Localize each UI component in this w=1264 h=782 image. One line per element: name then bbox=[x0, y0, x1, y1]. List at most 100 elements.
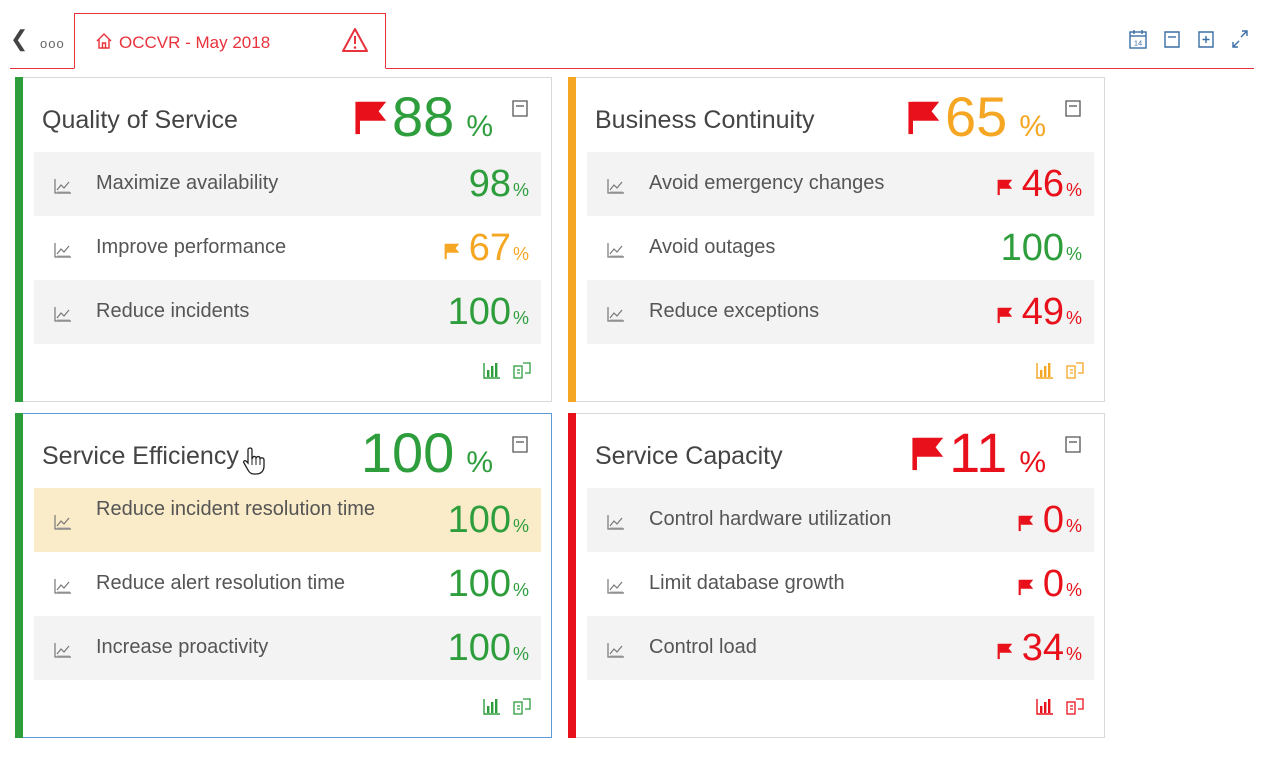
kpi-trend-icon bbox=[54, 306, 72, 322]
kpi-value: 100 % bbox=[1001, 226, 1082, 270]
kpi-number: 100 bbox=[1000, 227, 1064, 269]
kpi-row[interactable]: Limit database growth 0 % bbox=[587, 552, 1094, 616]
chevron-left-icon[interactable]: ❮ bbox=[10, 26, 28, 52]
drilldown-icon[interactable] bbox=[1066, 361, 1084, 379]
flag-icon bbox=[996, 642, 1014, 665]
kpi-label: Avoid emergency changes bbox=[649, 172, 885, 194]
score-unit: % bbox=[1019, 446, 1046, 479]
drilldown-icon[interactable] bbox=[1066, 697, 1084, 715]
collapse-icon[interactable] bbox=[511, 98, 529, 118]
scorecard-business-continuity[interactable]: Business Continuity 65 % Avoid emergency… bbox=[568, 77, 1105, 402]
kpi-row[interactable]: Improve performance 67 % bbox=[34, 216, 541, 280]
kpi-row[interactable]: Reduce incident resolution time 100 % bbox=[34, 488, 541, 552]
drilldown-icon[interactable] bbox=[513, 361, 531, 379]
tab-occvr[interactable]: OCCVR - May 2018 bbox=[74, 13, 386, 69]
kpi-number: 100 bbox=[447, 291, 511, 333]
kpi-unit: % bbox=[512, 516, 529, 536]
status-stripe bbox=[15, 77, 23, 402]
kpi-unit: % bbox=[512, 308, 529, 328]
bar-chart-icon[interactable] bbox=[1036, 361, 1054, 379]
kpi-label: Control load bbox=[649, 636, 757, 658]
kpi-value: 100 % bbox=[448, 498, 529, 542]
flag-icon bbox=[352, 98, 390, 141]
collapse-icon[interactable] bbox=[1162, 28, 1182, 50]
svg-text:14: 14 bbox=[1134, 39, 1142, 48]
kpi-trend-icon bbox=[54, 178, 72, 194]
kpi-number: 49 bbox=[1021, 291, 1064, 333]
kpi-trend-icon bbox=[54, 242, 72, 258]
kpi-trend-icon bbox=[607, 578, 625, 594]
flag-icon bbox=[996, 306, 1014, 329]
kpi-unit: % bbox=[512, 244, 529, 264]
kpi-trend-icon bbox=[607, 178, 625, 194]
scorecard-service-capacity[interactable]: Service Capacity 11 % Control hardware u… bbox=[568, 413, 1105, 738]
kpi-number: 100 bbox=[447, 627, 511, 669]
kpi-unit: % bbox=[1065, 244, 1082, 264]
card-score: 11 % bbox=[909, 422, 1046, 484]
kpi-unit: % bbox=[512, 644, 529, 664]
kpi-row[interactable]: Reduce exceptions 49 % bbox=[587, 280, 1094, 344]
scorecard-service-efficiency[interactable]: Service Efficiency 100 % Reduce incident… bbox=[15, 413, 552, 738]
kpi-unit: % bbox=[512, 580, 529, 600]
kpi-trend-icon bbox=[54, 578, 72, 594]
kpi-value: 67 % bbox=[443, 226, 529, 270]
kpi-row[interactable]: Avoid outages 100 % bbox=[587, 216, 1094, 280]
fullscreen-icon[interactable] bbox=[1230, 28, 1250, 50]
kpi-unit: % bbox=[1065, 308, 1082, 328]
calendar-icon[interactable]: 14 bbox=[1128, 28, 1148, 50]
bar-chart-icon[interactable] bbox=[1036, 697, 1054, 715]
collapse-icon[interactable] bbox=[511, 434, 529, 454]
kpi-unit: % bbox=[1065, 516, 1082, 536]
more-tabs-button[interactable]: ooo bbox=[40, 36, 65, 51]
score-unit: % bbox=[1019, 110, 1046, 143]
kpi-value: 0 % bbox=[1017, 562, 1082, 606]
kpi-list: Control hardware utilization 0 % Limit d… bbox=[587, 488, 1094, 680]
kpi-number: 100 bbox=[447, 499, 511, 541]
status-stripe bbox=[568, 413, 576, 738]
kpi-label: Reduce alert resolution time bbox=[96, 572, 346, 594]
add-icon[interactable] bbox=[1196, 28, 1216, 50]
score-unit: % bbox=[466, 446, 493, 479]
bar-chart-icon[interactable] bbox=[483, 697, 501, 715]
kpi-row[interactable]: Reduce alert resolution time 100 % bbox=[34, 552, 541, 616]
warning-icon bbox=[342, 28, 368, 52]
kpi-value: 34 % bbox=[996, 626, 1082, 670]
card-title: Business Continuity bbox=[595, 106, 815, 134]
kpi-row[interactable]: Avoid emergency changes 46 % bbox=[587, 152, 1094, 216]
kpi-number: 0 bbox=[1042, 499, 1064, 541]
card-title: Quality of Service bbox=[42, 106, 238, 134]
kpi-label: Reduce exceptions bbox=[649, 300, 820, 322]
kpi-trend-icon bbox=[607, 242, 625, 258]
kpi-number: 0 bbox=[1042, 563, 1064, 605]
flag-icon bbox=[443, 242, 461, 265]
kpi-unit: % bbox=[1065, 644, 1082, 664]
drilldown-icon[interactable] bbox=[513, 697, 531, 715]
flag-icon bbox=[909, 434, 947, 477]
kpi-row[interactable]: Increase proactivity 100 % bbox=[34, 616, 541, 680]
flag-icon bbox=[1017, 514, 1035, 537]
kpi-row[interactable]: Control load 34 % bbox=[587, 616, 1094, 680]
score-number: 100 bbox=[360, 421, 455, 484]
kpi-label: Improve performance bbox=[96, 236, 287, 258]
kpi-label: Increase proactivity bbox=[96, 636, 269, 658]
bar-chart-icon[interactable] bbox=[483, 361, 501, 379]
kpi-label: Avoid outages bbox=[649, 236, 776, 258]
kpi-list: Maximize availability 98 % Improve perfo… bbox=[34, 152, 541, 344]
score-number: 11 bbox=[949, 421, 1008, 484]
card-title: Service Efficiency bbox=[42, 442, 239, 470]
card-score: 88 % bbox=[352, 86, 493, 148]
collapse-icon[interactable] bbox=[1064, 98, 1082, 118]
kpi-value: 46 % bbox=[996, 162, 1082, 206]
collapse-icon[interactable] bbox=[1064, 434, 1082, 454]
hand-cursor-icon bbox=[243, 447, 265, 475]
scorecard-quality-of-service[interactable]: Quality of Service 88 % Maximize availab… bbox=[15, 77, 552, 402]
kpi-value: 49 % bbox=[996, 290, 1082, 334]
card-score: 100 % bbox=[361, 422, 493, 484]
kpi-number: 46 bbox=[1021, 163, 1064, 205]
kpi-number: 34 bbox=[1021, 627, 1064, 669]
kpi-row[interactable]: Reduce incidents 100 % bbox=[34, 280, 541, 344]
kpi-row[interactable]: Maximize availability 98 % bbox=[34, 152, 541, 216]
tab-title: OCCVR - May 2018 bbox=[119, 33, 271, 52]
kpi-row[interactable]: Control hardware utilization 0 % bbox=[587, 488, 1094, 552]
kpi-label: Reduce incident resolution time bbox=[96, 498, 376, 520]
